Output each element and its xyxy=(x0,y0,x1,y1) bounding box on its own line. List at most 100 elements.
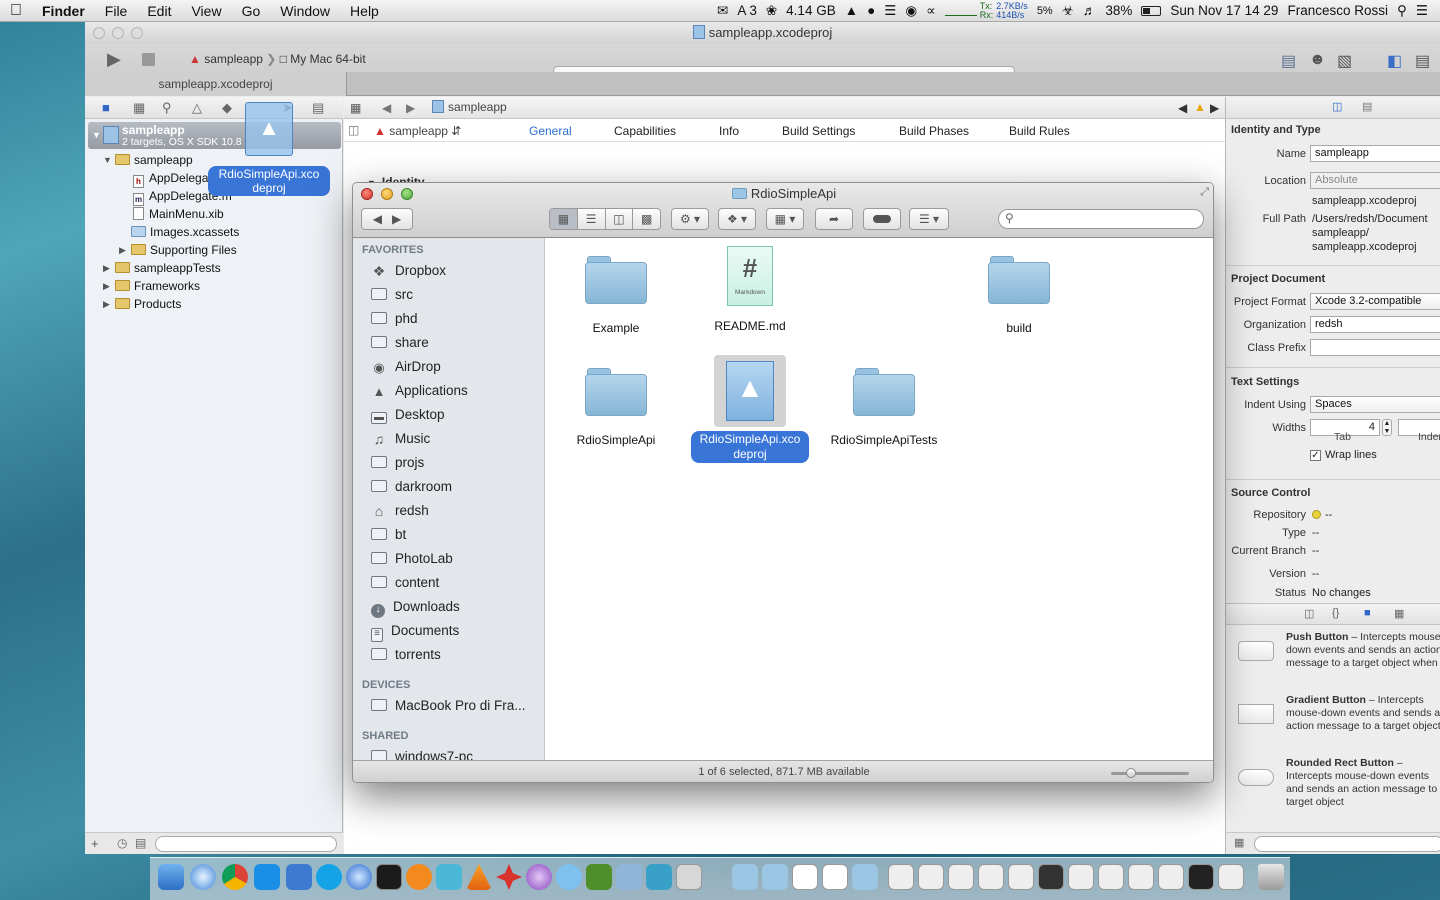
window-thumbnail-icon[interactable] xyxy=(888,864,914,890)
chrome-dock-icon[interactable] xyxy=(222,864,248,890)
target-selector[interactable]: ▲ sampleapp ⇵ xyxy=(374,124,461,138)
file-item-build[interactable]: build xyxy=(949,254,1089,336)
tab-capabilities[interactable]: Capabilities xyxy=(614,124,676,138)
file-item-readme[interactable]: # Markdown README.md xyxy=(680,246,820,334)
library-item-gradient-button[interactable]: Gradient Button – Intercepts mouse-down … xyxy=(1226,692,1440,754)
finder-dock-icon[interactable] xyxy=(158,864,184,890)
sidebar-item-documents[interactable]: ≡ Documents xyxy=(371,620,459,642)
tab-width-stepper[interactable]: ▲ ▼ xyxy=(1382,419,1392,436)
skype-dock-icon[interactable] xyxy=(316,864,342,890)
file-item-rdiosimpleapi-xcodeproj[interactable]: ▲ RdioSimpleApi.xco deproj xyxy=(680,355,820,463)
app-dock-icon[interactable] xyxy=(496,864,522,890)
window-thumbnail-icon[interactable] xyxy=(1008,864,1034,890)
memory-status[interactable]: 4.14 GB xyxy=(786,3,836,18)
related-items-icon[interactable]: ▦ xyxy=(350,101,361,115)
menu-file[interactable]: File xyxy=(95,3,138,19)
icon-view-icon[interactable]: ▦ xyxy=(550,209,578,229)
clock[interactable]: Sun Nov 17 14 29 xyxy=(1170,3,1278,18)
document-dock-icon[interactable] xyxy=(792,864,818,890)
sidebar-item-windows7-pc[interactable]: windows7-pc xyxy=(371,746,473,760)
name-field[interactable]: sampleapp xyxy=(1310,145,1440,162)
project-navigator-icon[interactable]: ■ xyxy=(102,100,110,115)
notification-center-icon[interactable]: ☰ xyxy=(1416,3,1428,19)
window-thumbnail-icon[interactable] xyxy=(1128,864,1154,890)
app-dock-icon[interactable] xyxy=(586,864,612,890)
add-icon[interactable]: + xyxy=(91,836,99,851)
symbol-navigator-icon[interactable]: ▦ xyxy=(133,100,145,116)
minimize-button[interactable] xyxy=(112,27,124,39)
itunes-dock-icon[interactable] xyxy=(346,864,372,890)
file-item-rdiosimpleapi[interactable]: RdioSimpleApi xyxy=(546,366,686,448)
fullscreen-icon[interactable]: ⤢ xyxy=(1200,186,1209,199)
app-dock-icon[interactable] xyxy=(676,864,702,890)
next-issue-icon[interactable]: ▶ xyxy=(1210,101,1219,115)
scm-filter-icon[interactable]: ▤ xyxy=(135,836,146,850)
version-editor-icon[interactable]: ▧ xyxy=(1337,51,1352,71)
sidebar-item-applications[interactable]: ▲ Applications xyxy=(371,380,468,402)
tab-build-settings[interactable]: Build Settings xyxy=(782,124,855,138)
folder-dock-icon[interactable] xyxy=(732,864,758,890)
zoom-button[interactable] xyxy=(131,27,143,39)
dropbox-menu-button[interactable]: ❖ ▾ xyxy=(718,208,756,230)
spotlight-icon[interactable]: ⚲ xyxy=(1397,3,1407,19)
messages-dock-icon[interactable] xyxy=(556,864,582,890)
toggle-navigator-icon[interactable]: ◧ xyxy=(1387,51,1402,71)
project-root-row[interactable]: ▼ sampleapp 2 targets, OS X SDK 10.8 xyxy=(88,122,341,149)
issue-warning-icon[interactable]: ▲ xyxy=(1194,100,1206,114)
window-thumbnail-icon[interactable] xyxy=(1038,864,1064,890)
grid-view-icon[interactable]: ▦ xyxy=(1234,836,1244,849)
sidebar-item-music[interactable]: ♫ Music xyxy=(371,428,431,450)
indent-using-select[interactable]: Spaces xyxy=(1310,396,1440,413)
object-library-icon[interactable]: ■ xyxy=(1364,607,1371,619)
app-dock-icon[interactable] xyxy=(436,864,462,890)
assistant-editor-icon[interactable]: ☻ xyxy=(1309,51,1326,69)
project-format-select[interactable]: Xcode 3.2-compatible xyxy=(1310,293,1440,310)
forward-icon[interactable]: ▶ xyxy=(406,101,415,115)
log-navigator-icon[interactable]: ▤ xyxy=(312,100,324,116)
tab-info[interactable]: Info xyxy=(719,124,739,138)
ai-status-icon[interactable]: A 3 xyxy=(737,3,757,18)
app-dock-icon[interactable] xyxy=(406,864,432,890)
drive-icon[interactable]: ▲ xyxy=(845,3,858,18)
sidebar-item-downloads[interactable]: ↓ Downloads xyxy=(371,596,460,618)
app-dock-icon[interactable] xyxy=(616,864,642,890)
sidebar-item-redsh[interactable]: ⌂ redsh xyxy=(371,500,429,522)
library-item-push-button[interactable]: Push Button – Intercepts mouse-down even… xyxy=(1226,629,1440,691)
sidebar-item-darkroom[interactable]: darkroom xyxy=(371,476,452,498)
user-name[interactable]: Francesco Rossi xyxy=(1287,3,1388,18)
safari-dock-icon[interactable] xyxy=(190,864,216,890)
cpu-status[interactable]: 5% xyxy=(1037,5,1053,17)
toggle-debug-icon[interactable]: ▤ xyxy=(1415,51,1430,71)
search-input[interactable] xyxy=(1021,211,1197,227)
file-item-rdiosimpleapitests[interactable]: RdioSimpleApiTests xyxy=(814,366,954,448)
navigator-filter-input[interactable] xyxy=(155,836,337,852)
app-dock-icon[interactable] xyxy=(526,864,552,890)
standard-editor-icon[interactable]: ▤ xyxy=(1281,51,1296,71)
file-template-icon[interactable]: ◫ xyxy=(1304,607,1314,620)
disclosure-triangle-icon[interactable]: ▼ xyxy=(103,151,112,169)
sidebar-item-dropbox[interactable]: ❖ Dropbox xyxy=(371,260,446,282)
disclosure-triangle-icon[interactable]: ▼ xyxy=(92,130,101,140)
menu-window[interactable]: Window xyxy=(270,3,340,19)
dropbox-icon[interactable]: ● xyxy=(867,3,875,18)
vlc-dock-icon[interactable] xyxy=(466,864,492,890)
sidebar-item-phd[interactable]: phd xyxy=(371,308,418,330)
path-menu-button[interactable]: ☰ ▾ xyxy=(909,208,949,230)
trash-dock-icon[interactable] xyxy=(1258,864,1284,890)
sidebar-item-macbook[interactable]: MacBook Pro di Fra... xyxy=(371,695,526,717)
search-field[interactable]: ⚲ xyxy=(998,209,1204,229)
back-icon[interactable]: ◀ xyxy=(373,212,382,226)
code-snippet-icon[interactable]: {} xyxy=(1332,607,1339,619)
recent-files-icon[interactable]: ◷ xyxy=(117,836,127,850)
disclosure-triangle-icon[interactable]: ▶ xyxy=(103,295,110,313)
nav-item-mainmenu-xib[interactable]: MainMenu.xib xyxy=(133,205,224,223)
share-button[interactable]: ➦ xyxy=(815,208,853,230)
quick-help-icon[interactable]: ▤ xyxy=(1362,100,1372,113)
battery-icon[interactable] xyxy=(1141,5,1162,16)
sidebar-item-bt[interactable]: bt xyxy=(371,524,406,546)
sidebar-item-photolab[interactable]: PhotoLab xyxy=(371,548,453,570)
app-dock-icon[interactable] xyxy=(646,864,672,890)
terminal-dock-icon[interactable] xyxy=(376,864,402,890)
file-item-example[interactable]: Example xyxy=(546,254,686,336)
window-thumbnail-icon[interactable] xyxy=(1098,864,1124,890)
